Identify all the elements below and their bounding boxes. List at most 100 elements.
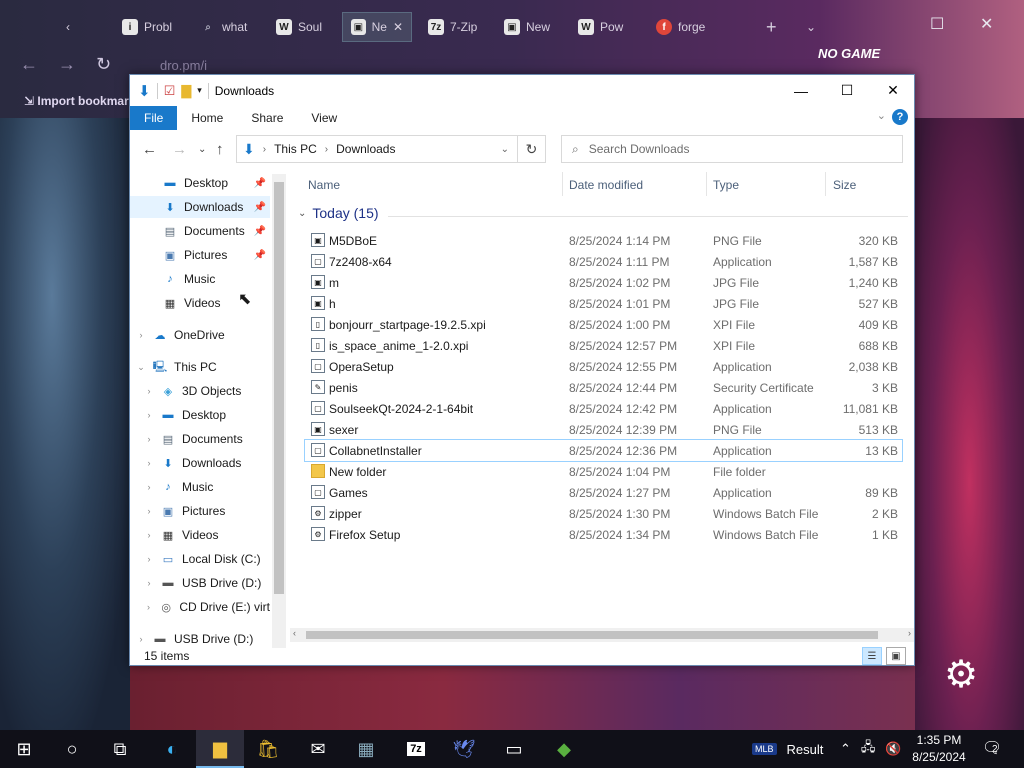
nav-item-cd-drive[interactable]: › ◎ CD Drive (E:) virt <box>130 596 270 618</box>
forward-icon[interactable]: → <box>172 141 187 158</box>
customize-toolbar-icon[interactable]: ▾ <box>197 85 202 96</box>
browser-tab[interactable]: i Probl <box>114 12 180 42</box>
nav-item-3d-objects[interactable]: › ◈ 3D Objects <box>130 380 270 402</box>
large-icons-view-icon[interactable]: ▣ <box>886 647 906 665</box>
nav-item-onedrive[interactable]: › ☁ OneDrive <box>130 324 270 346</box>
chevron-right-icon[interactable]: › <box>144 434 154 444</box>
file-row[interactable]: ▢ SoulseekQt-2024-2-1-64bit 8/25/2024 12:4… <box>305 398 902 419</box>
chevron-right-icon[interactable]: › <box>144 386 154 396</box>
nav-item-music[interactable]: ♪ Music <box>130 268 270 290</box>
file-row[interactable]: ⚙ Firefox Setup 8/25/2024 1:34 PM Windows B… <box>305 524 902 545</box>
new-tab-icon[interactable]: + <box>758 12 785 42</box>
file-row[interactable]: ▣ m 8/25/2024 1:02 PM JPG File 1,240 KB <box>305 272 902 293</box>
breadcrumb-downloads[interactable]: Downloads <box>336 142 395 156</box>
nav-item-downloads-pc[interactable]: › ⬇ Downloads <box>130 452 270 474</box>
maximize-button[interactable]: ☐ <box>824 75 870 106</box>
file-row[interactable]: ▢ 7z2408-x64 8/25/2024 1:11 PM Application 1… <box>305 251 902 272</box>
network-icon[interactable]: 🖧 <box>861 738 876 760</box>
browser-tab[interactable]: W Pow <box>570 12 631 42</box>
nav-item-desktop-pc[interactable]: › ▬ Desktop <box>130 404 270 426</box>
terminal-icon[interactable]: ▭ <box>490 730 538 768</box>
tab-share[interactable]: Share <box>237 106 297 130</box>
browser-tab[interactable]: ▣ New <box>496 12 558 42</box>
browser-close-icon[interactable]: ✕ <box>980 14 993 34</box>
clock[interactable]: 1:35 PM 8/25/2024 <box>908 732 970 766</box>
properties-icon[interactable]: ☑ <box>164 83 176 99</box>
browser-tab[interactable]: ⌕ what <box>192 12 255 42</box>
notification-center[interactable]: 🗨 2 <box>982 738 1002 758</box>
search-input[interactable]: ⌕ Search Downloads <box>561 135 903 163</box>
scrollbar-thumb[interactable] <box>274 182 284 594</box>
nav-item-music-pc[interactable]: › ♪ Music <box>130 476 270 498</box>
minecraft-icon[interactable]: ◆ <box>540 730 588 768</box>
settings-gear-icon[interactable]: ⚙ <box>944 652 978 697</box>
store-icon[interactable]: 🛍 <box>244 730 292 768</box>
address-dropdown-icon[interactable]: ⌄ <box>501 144 509 155</box>
chevron-right-icon[interactable]: › <box>136 330 146 340</box>
file-row[interactable]: ▣ h 8/25/2024 1:01 PM JPG File 527 KB <box>305 293 902 314</box>
close-button[interactable]: ✕ <box>870 75 916 106</box>
nav-item-usb-drive-root[interactable]: › ▬ USB Drive (D:) <box>130 628 270 648</box>
scrollbar-thumb[interactable] <box>306 631 878 639</box>
file-row[interactable]: ▯ is_space_anime_1-2.0.xpi 8/25/2024 12:57… <box>305 335 902 356</box>
search-circle-icon[interactable]: ○ <box>48 730 96 768</box>
column-size[interactable]: Size <box>833 178 856 192</box>
chevron-right-icon[interactable]: › <box>144 554 154 564</box>
bird-app-icon[interactable]: 🕊 <box>440 730 488 768</box>
nav-item-this-pc[interactable]: ⌄ 🖳 This PC <box>130 356 270 378</box>
task-view-icon[interactable]: ⧉ <box>96 730 144 768</box>
chevron-right-icon[interactable]: › <box>144 578 154 588</box>
tab-list-icon[interactable]: ⌄ <box>798 12 824 42</box>
nav-item-local-disk[interactable]: › ▭ Local Disk (C:) <box>130 548 270 570</box>
column-name[interactable]: Name <box>308 178 340 192</box>
browser-tab[interactable]: 7z 7-Zip <box>420 12 485 42</box>
minimize-button[interactable]: — <box>778 75 824 106</box>
horizontal-scrollbar[interactable]: ‹ › <box>290 628 914 642</box>
nav-item-videos-pc[interactable]: › ▦ Videos <box>130 524 270 546</box>
tab-list-chevron[interactable]: ‹ <box>58 12 78 42</box>
recent-locations-icon[interactable]: ⌄ <box>198 144 206 155</box>
refresh-button[interactable]: ↻ <box>518 135 546 163</box>
tab-file[interactable]: File <box>130 106 178 130</box>
nav-item-pictures[interactable]: ▣ Pictures 📌 <box>130 244 270 266</box>
chevron-down-icon[interactable]: ⌄ <box>136 362 146 373</box>
file-row[interactable]: ▢ CollabnetInstaller 8/25/2024 12:36 PM App… <box>304 439 903 462</box>
nav-item-usb-drive[interactable]: › ▬ USB Drive (D:) <box>130 572 270 594</box>
file-row[interactable]: ▣ M5DBoE 8/25/2024 1:14 PM PNG File 320 KB <box>305 230 902 251</box>
browser-maximize-icon[interactable]: ☐ <box>930 14 944 34</box>
chevron-right-icon[interactable]: › <box>144 410 154 420</box>
show-hidden-icons-icon[interactable]: ⌃ <box>840 741 851 757</box>
scroll-right-icon[interactable]: › <box>908 628 911 638</box>
tab-view[interactable]: View <box>297 106 351 130</box>
file-row[interactable]: ⚙ zipper 8/25/2024 1:30 PM Windows Batch Fi… <box>305 503 902 524</box>
start-button[interactable]: ⊞ <box>0 730 48 768</box>
expand-ribbon-icon[interactable]: ⌄ <box>877 109 886 122</box>
close-tab-icon[interactable]: ✕ <box>393 20 403 34</box>
browser-app-icon[interactable]: ◐ <box>148 730 196 768</box>
import-bookmarks-link[interactable]: ⇲ Import bookmar <box>24 94 129 108</box>
chevron-right-icon[interactable]: › <box>144 506 154 516</box>
browser-tab[interactable]: W Soul <box>268 12 330 42</box>
file-row[interactable]: ▣ sexer 8/25/2024 12:39 PM PNG File 513 KB <box>305 419 902 440</box>
breadcrumb-this-pc[interactable]: This PC <box>274 142 317 156</box>
mail-icon[interactable]: ✉ <box>294 730 342 768</box>
chevron-right-icon[interactable]: › <box>144 602 153 612</box>
app-icon[interactable]: ▦ <box>342 730 390 768</box>
reload-icon[interactable]: ↻ <box>96 54 111 86</box>
7zip-taskbar-icon[interactable]: 7z <box>392 730 440 768</box>
file-row[interactable]: ▇ New folder 8/25/2024 1:04 PM File folder <box>305 461 902 482</box>
help-icon[interactable]: ? <box>892 109 908 125</box>
details-view-icon[interactable]: ☰ <box>862 647 882 665</box>
forward-icon[interactable]: → <box>58 54 76 86</box>
browser-tab[interactable]: f forge <box>648 12 713 42</box>
browser-url[interactable]: dro.pm/i <box>160 58 207 73</box>
back-icon[interactable]: ← <box>142 141 157 158</box>
chevron-right-icon[interactable]: › <box>144 482 154 492</box>
column-type[interactable]: Type <box>713 178 739 192</box>
nav-item-documents-pc[interactable]: › ▤ Documents <box>130 428 270 450</box>
mlb-result[interactable]: MLB Result <box>752 730 823 768</box>
file-row[interactable]: ▢ OperaSetup 8/25/2024 12:55 PM Application… <box>305 356 902 377</box>
chevron-right-icon[interactable]: › <box>144 458 154 468</box>
column-date-modified[interactable]: Date modified <box>569 178 643 192</box>
browser-tab-active[interactable]: ▣ Ne ✕ <box>342 12 412 42</box>
